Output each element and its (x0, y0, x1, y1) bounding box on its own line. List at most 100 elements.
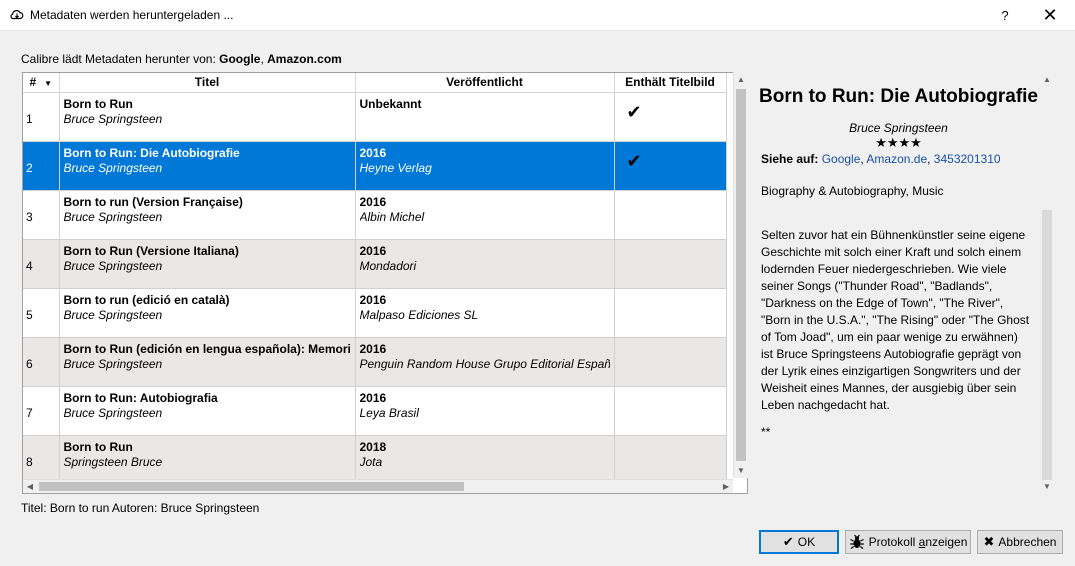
cloud-download-icon (10, 10, 24, 20)
table-row[interactable]: 2 Born to Run: Die Autobiografie Bruce Spr… (23, 141, 727, 191)
row-title: Born to Run (63, 439, 133, 454)
row-year: 2016 (359, 390, 387, 405)
row-number: 6 (23, 337, 60, 387)
row-author: Bruce Springsteen (63, 209, 163, 224)
row-cover-cell (614, 386, 727, 436)
row-number: 5 (23, 288, 60, 338)
link-isbn[interactable]: 3453201310 (934, 152, 1001, 166)
scroll-right-icon[interactable]: ▶ (719, 480, 733, 494)
row-year: 2016 (359, 341, 387, 356)
row-year: 2016 (359, 243, 387, 258)
table-header-row: # ▼ Titel Veröffentlicht Enthält Titelbil… (23, 73, 727, 93)
results-table-container: # ▼ Titel Veröffentlicht Enthält Titelbil… (22, 72, 748, 494)
table-row[interactable]: 1 Born to Run Bruce Springsteen Unbekannt ✔ (23, 92, 727, 142)
row-title-cell: Born to run (edició en català) Bruce Spri… (59, 288, 356, 338)
row-publisher: Penguin Random House Grupo Editorial Esp… (359, 356, 610, 371)
row-title-cell: Born to run (Version Française) Bruce Spr… (59, 190, 356, 240)
scroll-thumb-horizontal[interactable] (39, 482, 464, 491)
row-title: Born to Run (63, 96, 133, 111)
detail-vertical-scrollbar[interactable]: ▲ ▼ (1040, 72, 1054, 494)
row-published-cell: 2016 Heyne Verlag (355, 141, 615, 191)
row-cover-cell: ✔ (614, 92, 727, 142)
source-prefix: Calibre lädt Metadaten herunter von: (21, 52, 220, 66)
comments-text: Selten zuvor hat ein Bühnenkünstler sein… (761, 228, 1030, 412)
see-on-row: Siehe auf: Google, Amazon.de, 3453201310 (761, 152, 1001, 166)
row-published-cell: Unbekannt (355, 92, 615, 142)
sort-down-icon: ▼ (44, 79, 53, 89)
table-vertical-scrollbar[interactable]: ▲ ▼ (733, 72, 748, 478)
row-title-cell: Born to Run: Die Autobiografie Bruce Spri… (59, 141, 356, 191)
link-amazon-de[interactable]: Amazon.de (866, 152, 927, 166)
row-author: Springsteen Bruce (63, 454, 163, 469)
check-icon: ✔ (782, 534, 794, 549)
row-author: Bruce Springsteen (63, 405, 163, 420)
row-number: 8 (23, 435, 60, 485)
row-title-cell: Born to Run (edición en lengua española)… (59, 337, 356, 387)
row-publisher: Malpaso Ediciones SL (359, 307, 479, 322)
results-table: # ▼ Titel Veröffentlicht Enthält Titelbil… (23, 73, 727, 485)
row-year: 2016 (359, 194, 387, 209)
table-row[interactable]: 7 Born to Run: Autobiografia Bruce Springs… (23, 386, 727, 436)
row-cover-cell (614, 239, 727, 289)
row-cover-cell: ✔ (614, 141, 727, 191)
row-author: Bruce Springsteen (63, 111, 163, 126)
row-cover-cell (614, 337, 727, 387)
detail-scroll-down-icon[interactable]: ▼ (1040, 480, 1054, 494)
column-header-title[interactable]: Titel (59, 73, 356, 93)
row-publisher: Albin Michel (359, 209, 425, 224)
scroll-thumb[interactable] (736, 89, 746, 461)
ok-label: OK (797, 535, 816, 549)
detail-scroll-track[interactable] (1042, 210, 1052, 480)
link-google[interactable]: Google (822, 152, 861, 166)
checkmark-icon: ✔ (626, 150, 642, 171)
column-header-published[interactable]: Veröffentlicht (355, 73, 615, 93)
cancel-button[interactable]: ✖ Abbrechen (977, 530, 1063, 554)
row-cover-cell (614, 190, 727, 240)
row-title: Born to run (Version Française) (63, 194, 243, 209)
row-author: Bruce Springsteen (63, 258, 163, 273)
column-header-num[interactable]: # ▼ (23, 73, 60, 93)
detail-scroll-up-icon[interactable]: ▲ (1040, 73, 1054, 87)
checkmark-icon: ✔ (626, 101, 642, 122)
bug-icon (849, 534, 864, 549)
row-publisher: Leya Brasil (359, 405, 419, 420)
detail-tags: Biography & Autobiography, Music (761, 184, 944, 198)
column-header-cover[interactable]: Enthält Titelbild (614, 73, 727, 93)
row-number: 2 (23, 141, 60, 191)
row-number: 7 (23, 386, 60, 436)
show-log-button[interactable]: Protokoll anzeigen (845, 530, 971, 554)
close-button[interactable]: ✕ (1035, 0, 1065, 31)
row-number: 4 (23, 239, 60, 289)
row-cover-cell (614, 288, 727, 338)
row-year: 2018 (359, 439, 387, 454)
help-button[interactable]: ? (990, 0, 1020, 31)
detail-authors: Bruce Springsteen (849, 121, 948, 135)
detail-book-title: Born to Run: Die Autobiografie (759, 86, 1038, 107)
row-title: Born to Run: Autobiografia (63, 390, 218, 405)
row-title: Born to Run (edición en lengua española)… (63, 341, 351, 356)
ok-button[interactable]: ✔ OK (759, 530, 839, 554)
table-row[interactable]: 3 Born to run (Version Française) Bruce Sp… (23, 190, 727, 240)
table-horizontal-scrollbar[interactable]: ◀ ▶ (23, 479, 733, 493)
row-cover-cell (614, 435, 727, 485)
row-publisher: Mondadori (359, 258, 417, 273)
row-publisher: Jota (359, 454, 383, 469)
row-published-cell: 2016 Leya Brasil (355, 386, 615, 436)
scroll-up-icon[interactable]: ▲ (734, 73, 748, 87)
table-row[interactable]: 8 Born to Run Springsteen Bruce 2018 Jota (23, 435, 727, 485)
scroll-down-icon[interactable]: ▼ (734, 464, 748, 478)
row-number: 1 (23, 92, 60, 142)
scroll-left-icon[interactable]: ◀ (23, 480, 37, 494)
table-row[interactable]: 6 Born to Run (edición en lengua española… (23, 337, 727, 387)
row-title-cell: Born to Run (Versione Italiana) Bruce Spr… (59, 239, 356, 289)
row-title-cell: Born to Run: Autobiografia Bruce Springst… (59, 386, 356, 436)
row-author: Bruce Springsteen (63, 160, 163, 175)
book-detail-panel: Born to Run: Die Autobiografie Bruce Spr… (757, 72, 1040, 494)
detail-comments: Selten zuvor hat ein Bühnenkünstler sein… (761, 227, 1031, 441)
table-row[interactable]: 4 Born to Run (Versione Italiana) Bruce Sp… (23, 239, 727, 289)
source-google: Google (219, 52, 261, 66)
source-info: Calibre lädt Metadaten herunter von: Goo… (21, 52, 342, 66)
row-number: 3 (23, 190, 60, 240)
row-year: 2016 (359, 145, 387, 160)
table-row[interactable]: 5 Born to run (edició en català) Bruce Spr… (23, 288, 727, 338)
